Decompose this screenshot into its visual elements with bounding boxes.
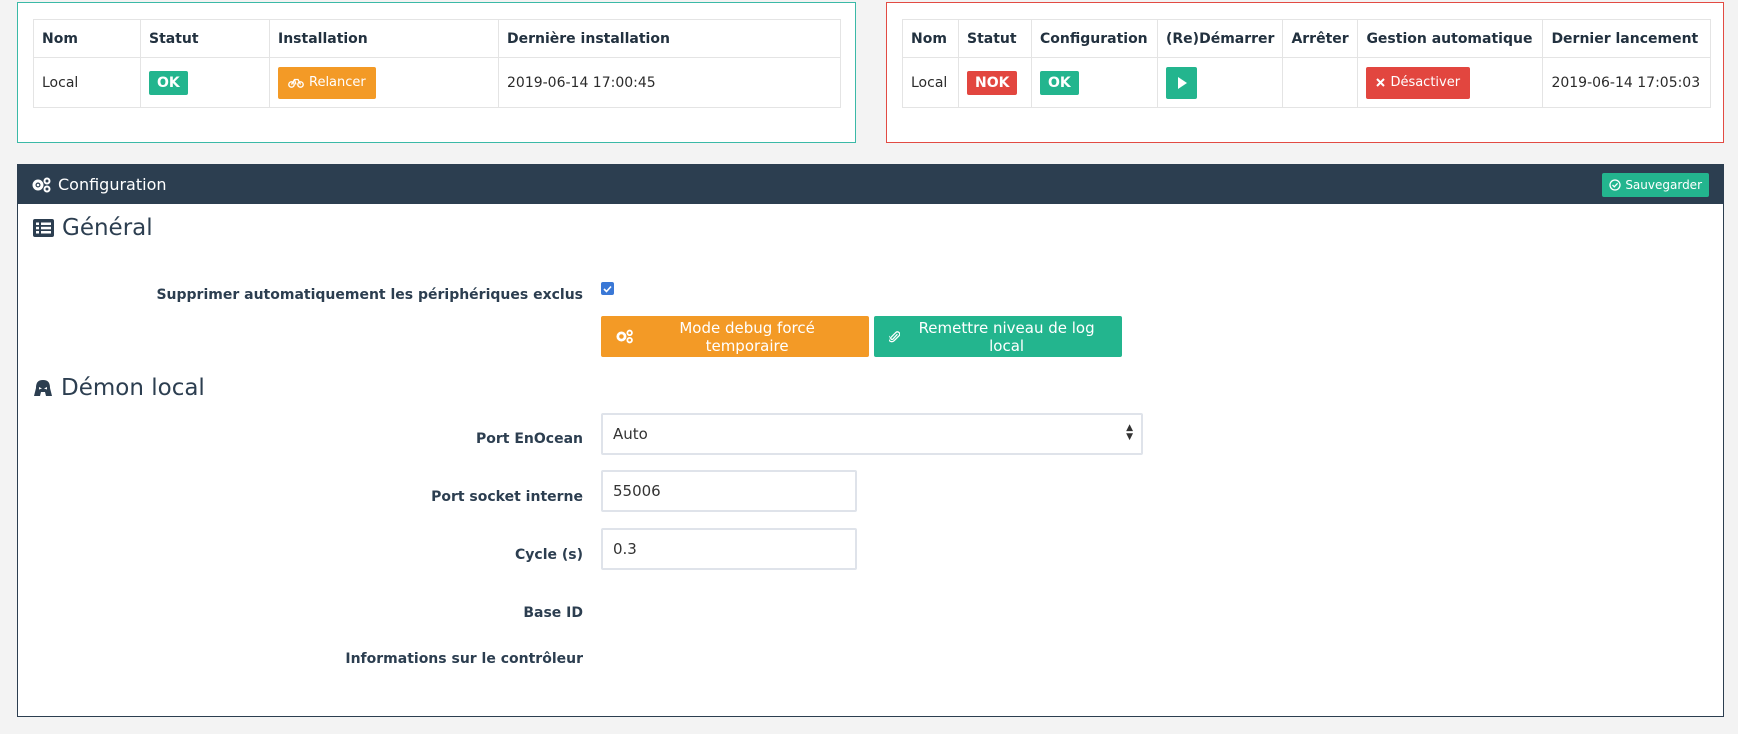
col-header-status: Statut bbox=[140, 19, 270, 58]
check-icon bbox=[603, 285, 612, 293]
gears-icon bbox=[32, 177, 51, 192]
dependencies-panel: Nom Statut Installation Dernière install… bbox=[17, 2, 856, 143]
table-row: Local NOK OK Désactiver 2019-06-14 17:05… bbox=[902, 57, 1712, 108]
play-icon bbox=[1177, 76, 1187, 89]
daemon-panel: Nom Statut Configuration (Re)Démarrer Ar… bbox=[886, 2, 1724, 143]
daemon-icon bbox=[34, 380, 52, 396]
relaunch-install-button[interactable]: Relancer bbox=[278, 66, 376, 99]
dep-name: Local bbox=[33, 57, 141, 108]
close-icon bbox=[1376, 78, 1386, 87]
debug-mode-label: Mode debug forcé temporaire bbox=[679, 318, 815, 355]
table-row: Local OK Relancer 2019-06-14 17:00:45 bbox=[33, 57, 841, 108]
check-circle-icon bbox=[1609, 178, 1621, 191]
cycle-label: Cycle (s) bbox=[515, 547, 583, 563]
col-header-name: Nom bbox=[902, 19, 959, 58]
port-enocean-label: Port EnOcean bbox=[476, 431, 583, 447]
list-icon bbox=[33, 219, 54, 237]
configuration-header: Configuration Sauvegarder bbox=[18, 165, 1723, 204]
daemon-section-title: Démon local bbox=[33, 375, 205, 401]
daemon-name: Local bbox=[902, 57, 959, 108]
port-enocean-select[interactable]: Auto ▲ ▼ bbox=[601, 413, 1143, 455]
select-arrows-icon: ▲ ▼ bbox=[1126, 423, 1133, 442]
bicycle-icon bbox=[288, 78, 304, 88]
port-enocean-value: Auto bbox=[613, 425, 648, 443]
status-badge: NOK bbox=[967, 70, 1018, 95]
daemon-title: Démon local bbox=[61, 375, 205, 401]
start-daemon-button[interactable] bbox=[1166, 66, 1197, 99]
col-header-configuration: Configuration bbox=[1031, 19, 1158, 58]
cycle-value: 0.3 bbox=[613, 540, 637, 558]
disable-auto-button[interactable]: Désactiver bbox=[1366, 66, 1471, 99]
col-header-name: Nom bbox=[33, 19, 141, 58]
col-header-last-launch: Dernier lancement bbox=[1542, 19, 1712, 58]
gears-icon bbox=[616, 329, 633, 344]
base-id-label: Base ID bbox=[523, 605, 583, 621]
socket-port-value: 55006 bbox=[613, 482, 661, 500]
status-badge: OK bbox=[149, 70, 188, 95]
dependencies-table: Nom Statut Installation Dernière install… bbox=[33, 19, 841, 108]
last-install-date: 2019-06-14 17:00:45 bbox=[498, 57, 841, 108]
col-header-auto-management: Gestion automatique bbox=[1357, 19, 1544, 58]
general-section-title: Général bbox=[33, 215, 153, 241]
auto-remove-checkbox[interactable] bbox=[601, 282, 614, 295]
general-title: Général bbox=[62, 215, 153, 241]
col-header-last-install: Dernière installation bbox=[498, 19, 841, 58]
col-header-restart: (Re)Démarrer bbox=[1156, 19, 1284, 58]
configuration-badge: OK bbox=[1040, 70, 1079, 95]
save-button[interactable]: Sauvegarder bbox=[1602, 172, 1709, 197]
col-header-status: Statut bbox=[958, 19, 1032, 58]
debug-mode-button[interactable]: Mode debug forcé temporaire bbox=[601, 316, 869, 357]
controller-info-label: Informations sur le contrôleur bbox=[345, 651, 583, 667]
configuration-panel: Configuration Sauvegarder Général Suppri… bbox=[17, 164, 1724, 717]
socket-port-input[interactable]: 55006 bbox=[601, 470, 857, 512]
auto-remove-label: Supprimer automatiquement les périphériq… bbox=[156, 287, 583, 303]
disable-label: Désactiver bbox=[1390, 75, 1461, 90]
col-header-installation: Installation bbox=[269, 19, 499, 58]
reset-log-button[interactable]: Remettre niveau de log local bbox=[874, 316, 1122, 357]
stop-cell bbox=[1282, 57, 1359, 108]
daemon-table: Nom Statut Configuration (Re)Démarrer Ar… bbox=[902, 19, 1712, 108]
cycle-input[interactable]: 0.3 bbox=[601, 528, 857, 570]
paperclip-icon bbox=[889, 330, 901, 342]
configuration-title: Configuration bbox=[58, 175, 167, 194]
last-launch-date: 2019-06-14 17:05:03 bbox=[1542, 57, 1712, 108]
relaunch-label: Relancer bbox=[309, 75, 366, 90]
socket-port-label: Port socket interne bbox=[431, 489, 583, 505]
reset-log-label: Remettre niveau de log local bbox=[918, 318, 1095, 355]
save-label: Sauvegarder bbox=[1625, 177, 1702, 192]
col-header-stop: Arrêter bbox=[1282, 19, 1359, 58]
